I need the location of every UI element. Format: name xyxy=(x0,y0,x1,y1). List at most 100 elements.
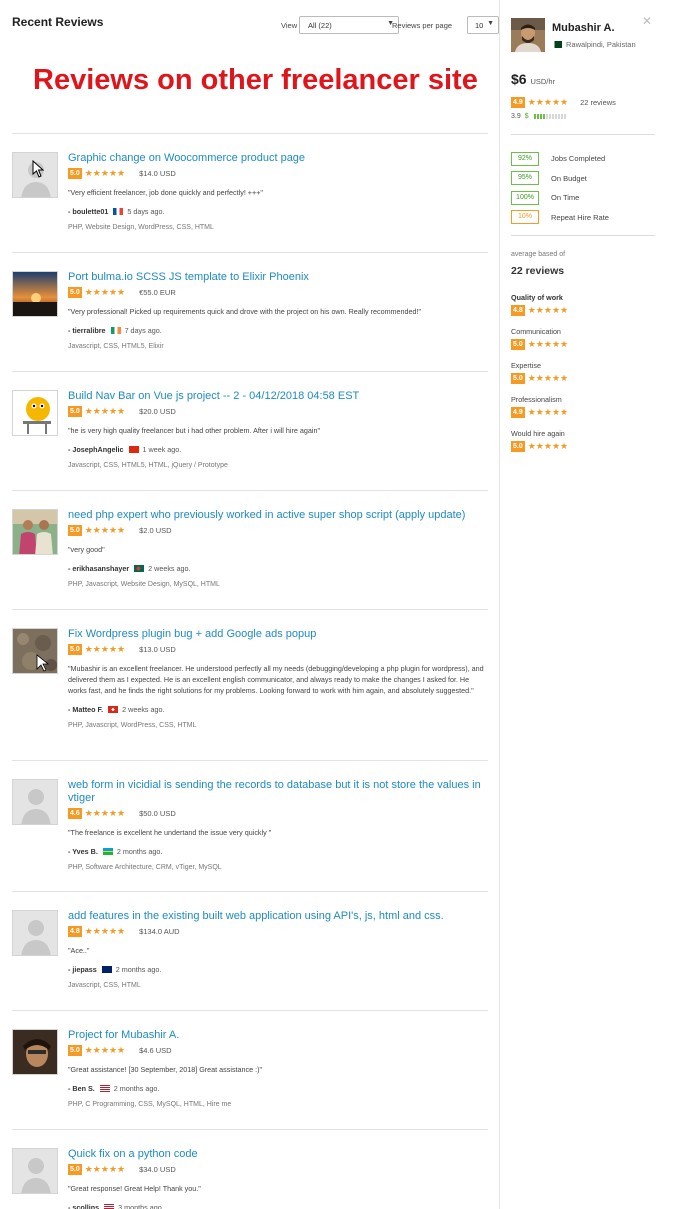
review-author-row: - scollins 3 months ago. xyxy=(68,1203,488,1209)
page-title: Recent Reviews xyxy=(12,15,104,29)
category-rating: Communication 5.0 ★★★★★ xyxy=(511,327,656,361)
review-time: 2 weeks ago. xyxy=(148,564,191,573)
country-flag-icon xyxy=(128,446,139,453)
review-title-link[interactable]: Graphic change on Woocommerce product pa… xyxy=(68,152,488,165)
review-meta: 4.6 ★★★★★ $50.0 USD xyxy=(68,808,488,819)
review-author[interactable]: - jiepass xyxy=(68,965,97,974)
divider xyxy=(511,134,655,135)
star-rating-icon: ★★★★★ xyxy=(84,168,126,178)
review-title-link[interactable]: add features in the existing built web a… xyxy=(68,910,488,923)
reviews-header: Recent Reviews View All (22) ▼ Reviews p… xyxy=(12,0,499,38)
star-rating-icon: ★★★★★ xyxy=(527,407,569,417)
review-author[interactable]: - erikhasanshayer xyxy=(68,564,129,573)
view-filter-value: All (22) xyxy=(308,21,332,30)
category-name: Expertise xyxy=(511,361,541,370)
star-rating-icon: ★★★★★ xyxy=(527,97,569,107)
review-title-link[interactable]: Project for Mubashir A. xyxy=(68,1029,488,1042)
star-rating-icon: ★★★★★ xyxy=(527,339,569,349)
review-price: €55.0 EUR xyxy=(139,288,176,297)
star-rating-icon: ★★★★★ xyxy=(527,441,569,451)
review-item: Graphic change on Woocommerce product pa… xyxy=(12,133,488,252)
stat-row: 100% On Time xyxy=(511,188,656,208)
review-content: Graphic change on Woocommerce product pa… xyxy=(68,152,488,231)
category-score-row: 4.8 ★★★★★ xyxy=(511,305,656,316)
country-flag-icon xyxy=(104,1204,115,1209)
review-author[interactable]: - Matteo F. xyxy=(68,705,103,714)
review-title-link[interactable]: Build Nav Bar on Vue js project -- 2 - 0… xyxy=(68,390,488,403)
review-title-link[interactable]: web form in vicidial is sending the reco… xyxy=(68,779,488,805)
review-skills: PHP, Website Design, WordPress, CSS, HTM… xyxy=(68,224,214,231)
pakistan-flag-icon xyxy=(552,41,562,48)
divider xyxy=(511,235,655,236)
category-rating: Expertise 5.0 ★★★★★ xyxy=(511,361,656,395)
review-quote: "The freelance is excellent he undertand… xyxy=(68,828,272,837)
view-label: View xyxy=(281,21,298,30)
category-rating: Would hire again 5.0 ★★★★★ xyxy=(511,429,656,463)
star-rating-icon: ★★★★★ xyxy=(84,525,126,535)
review-title-link[interactable]: need php expert who previously worked in… xyxy=(68,509,488,522)
review-item: web form in vicidial is sending the reco… xyxy=(12,760,488,891)
country-flag-icon xyxy=(99,1085,110,1092)
profile-name: Mubashir A. xyxy=(552,22,615,34)
review-time: 1 week ago. xyxy=(142,445,182,454)
star-rating-icon: ★★★★★ xyxy=(84,808,126,818)
rating-badge: 5.0 xyxy=(68,644,82,655)
category-ratings: Quality of work 4.8 ★★★★★ Communication 5.0 ★… xyxy=(511,293,656,463)
review-author[interactable]: - Ben S. xyxy=(68,1084,95,1093)
profile-rating: 4.9 ★★★★★ 22 reviews xyxy=(511,97,616,108)
star-rating-icon: ★★★★★ xyxy=(84,287,126,297)
review-author[interactable]: - boulette01 xyxy=(68,207,108,216)
review-skills: PHP, Software Architecture, CRM, vTiger,… xyxy=(68,864,222,871)
stat-label: On Budget xyxy=(551,173,587,183)
review-price: $50.0 USD xyxy=(139,809,176,818)
rating-badge: 4.8 xyxy=(511,305,525,316)
review-content: need php expert who previously worked in… xyxy=(68,509,488,588)
close-icon[interactable]: ✕ xyxy=(642,14,652,28)
review-avatar xyxy=(12,509,58,555)
review-price: $13.0 USD xyxy=(139,645,176,654)
review-time: 3 months ago. xyxy=(118,1203,164,1209)
review-title-link[interactable]: Fix Wordpress plugin bug + add Google ad… xyxy=(68,628,488,641)
review-price: $4.6 USD xyxy=(139,1046,172,1055)
review-skills: Javascript, CSS, HTML5, HTML, jQuery / P… xyxy=(68,462,228,469)
review-content: web form in vicidial is sending the reco… xyxy=(68,779,488,871)
review-author[interactable]: - tierralibre xyxy=(68,326,106,335)
view-filter-select[interactable]: All (22) ▼ xyxy=(299,16,399,34)
review-author[interactable]: - scollins xyxy=(68,1203,99,1209)
profile-photo-icon xyxy=(511,18,545,52)
review-title-link[interactable]: Quick fix on a python code xyxy=(68,1148,488,1161)
review-meta: 4.8 ★★★★★ $134.0 AUD xyxy=(68,926,488,937)
star-rating-icon: ★★★★★ xyxy=(84,644,126,654)
review-author-row: - jiepass 2 months ago. xyxy=(68,965,488,974)
review-author[interactable]: - JosephAngelic xyxy=(68,445,124,454)
review-title-link[interactable]: Port bulma.io SCSS JS template to Elixir… xyxy=(68,271,488,284)
review-skills: PHP, Javascript, WordPress, CSS, HTML xyxy=(68,722,197,729)
review-time: 2 months ago. xyxy=(113,1084,160,1093)
review-time: 5 days ago. xyxy=(127,207,165,216)
review-avatar xyxy=(12,1029,58,1075)
star-rating-icon: ★★★★★ xyxy=(84,926,126,936)
review-meta: 5.0 ★★★★★ $14.0 USD xyxy=(68,168,488,179)
review-skills: Javascript, CSS, HTML5, Elixir xyxy=(68,343,164,350)
stat-row: 95% On Budget xyxy=(511,169,656,189)
rating-badge: 5.0 xyxy=(511,339,525,350)
profile-avatar xyxy=(511,18,545,52)
review-item: Fix Wordpress plugin bug + add Google ad… xyxy=(12,609,488,760)
review-meta: 5.0 ★★★★★ €55.0 EUR xyxy=(68,287,488,298)
reviews-per-page-select[interactable]: 10 ▼ xyxy=(467,16,499,34)
review-avatar xyxy=(12,1148,58,1194)
review-content: Quick fix on a python code 5.0 ★★★★★ $34.0 … xyxy=(68,1148,488,1209)
review-time: 2 months ago. xyxy=(115,965,162,974)
reviews-panel: Recent Reviews View All (22) ▼ Reviews p… xyxy=(12,0,499,38)
review-avatar xyxy=(12,910,58,956)
country-flag-icon xyxy=(102,848,113,855)
review-author[interactable]: - Yves B. xyxy=(68,847,98,856)
review-item: Project for Mubashir A. 5.0 ★★★★★ $4.6 USD "… xyxy=(12,1010,488,1129)
review-item: Port bulma.io SCSS JS template to Elixir… xyxy=(12,252,488,371)
review-content: Project for Mubashir A. 5.0 ★★★★★ $4.6 USD "… xyxy=(68,1029,488,1108)
average-review-count: 22 reviews xyxy=(511,265,565,277)
rating-badge: 5.0 xyxy=(511,373,525,384)
review-time: 2 weeks ago. xyxy=(122,705,165,714)
category-score-row: 5.0 ★★★★★ xyxy=(511,441,656,452)
review-count[interactable]: 22 reviews xyxy=(580,98,616,107)
